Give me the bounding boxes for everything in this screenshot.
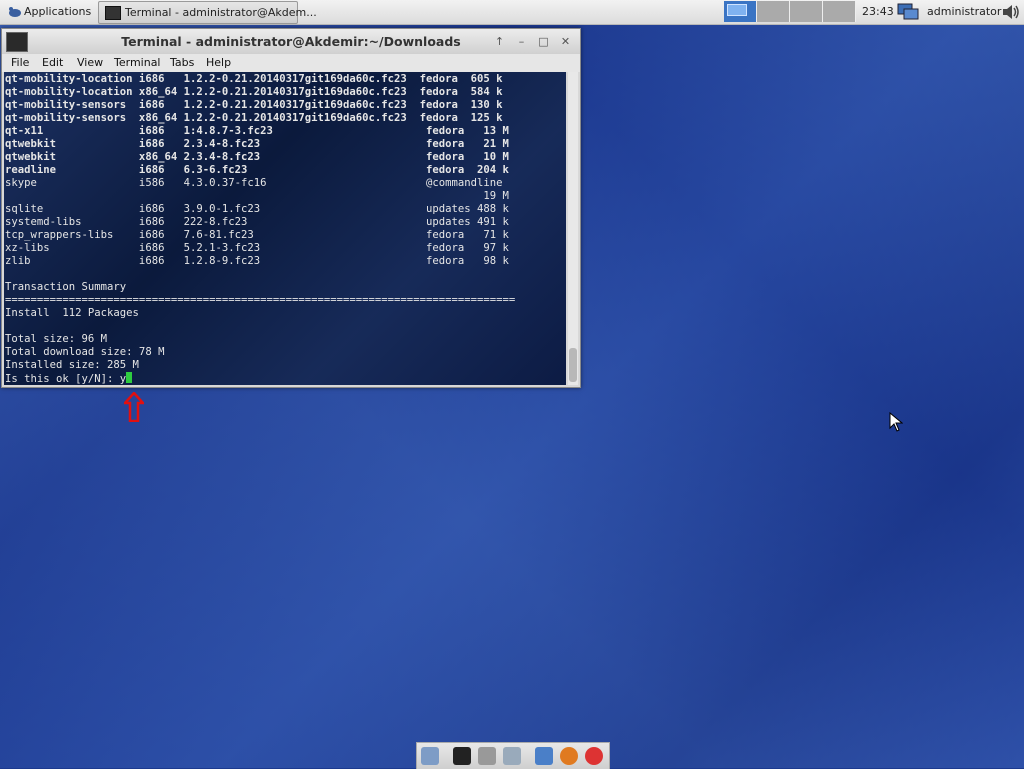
file-manager-icon[interactable] — [478, 747, 496, 765]
terminal-launcher-icon[interactable] — [453, 747, 471, 765]
mouse-pointer-icon — [889, 412, 903, 432]
menu-file[interactable]: File — [11, 56, 29, 69]
terminal-output[interactable]: qt-mobility-location i686 1.2.2-0.21.201… — [4, 72, 566, 385]
terminal-line: Total download size: 78 M — [5, 346, 165, 358]
terminal-line: skype i586 4.3.0.37-fc16 @commandline — [5, 177, 503, 189]
terminal-line: zlib i686 1.2.8-9.fc23 fedora 98 k — [5, 255, 509, 267]
firefox-icon[interactable] — [560, 747, 578, 765]
terminal-line: qtwebkit i686 2.3.4-8.fc23 fedora 21 M — [5, 138, 509, 150]
window-up-icon[interactable]: ↑ — [492, 34, 507, 49]
volume-icon[interactable] — [1002, 4, 1020, 20]
terminal-line: sqlite i686 3.9.0-1.fc23 updates 488 k — [5, 203, 509, 215]
network-computer-icon[interactable] — [897, 2, 919, 22]
show-desktop-icon[interactable] — [421, 747, 439, 765]
maximize-icon[interactable]: □ — [536, 34, 551, 49]
terminal-line: qt-x11 i686 1:4.8.7-3.fc23 fedora 13 M — [5, 125, 509, 137]
terminal-line: 19 M — [5, 190, 509, 202]
menu-view[interactable]: View — [77, 56, 103, 69]
terminal-icon — [105, 6, 121, 20]
terminal-line: Installed size: 285 M — [5, 359, 139, 371]
terminal-line: readline i686 6.3-6.fc23 fedora 204 k — [5, 164, 509, 176]
window-titlebar[interactable]: Terminal - administrator@Akdemir:~/Downl… — [2, 29, 580, 54]
menubar: File Edit View Terminal Tabs Help — [2, 54, 580, 72]
workspace-3[interactable] — [790, 1, 823, 22]
terminal-line: ========================================… — [5, 294, 516, 306]
workspace-2[interactable] — [757, 1, 790, 22]
terminal-cursor — [126, 372, 133, 383]
terminal-line: Is this ok [y/N]: y — [5, 372, 133, 385]
terminal-line: qt-mobility-location i686 1.2.2-0.21.201… — [5, 73, 503, 85]
menu-help[interactable]: Help — [206, 56, 231, 69]
red-up-arrow-icon — [124, 392, 144, 422]
terminal-line: Total size: 96 M — [5, 333, 108, 345]
user-menu[interactable]: administrator — [927, 0, 1001, 24]
search-icon[interactable] — [503, 747, 521, 765]
minimize-icon[interactable]: – — [514, 34, 529, 49]
terminal-line: Install 112 Packages — [5, 307, 139, 319]
terminal-line: xz-libs i686 5.2.1-3.fc23 fedora 97 k — [5, 242, 509, 254]
terminal-line: systemd-libs i686 222-8.fc23 updates 491… — [5, 216, 509, 228]
scrollbar[interactable] — [568, 72, 578, 385]
taskbar-terminal-label: Terminal - administrator@Akdem... — [125, 6, 317, 19]
clock[interactable]: 23:43 — [862, 0, 894, 24]
menu-terminal[interactable]: Terminal — [114, 56, 161, 69]
chrome-icon[interactable] — [585, 747, 603, 765]
workspace-1[interactable] — [724, 1, 757, 22]
terminal-line: tcp_wrappers-libs i686 7.6-81.fc23 fedor… — [5, 229, 509, 241]
taskbar-terminal-button[interactable]: Terminal - administrator@Akdem... — [98, 1, 317, 24]
menu-tabs[interactable]: Tabs — [170, 56, 194, 69]
terminal-line: Transaction Summary — [5, 281, 127, 293]
terminal-window: Terminal - administrator@Akdemir:~/Downl… — [1, 28, 581, 388]
bottom-dock — [416, 742, 610, 769]
terminal-line: qtwebkit x86_64 2.3.4-8.fc23 fedora 10 M — [5, 151, 509, 163]
menu-edit[interactable]: Edit — [42, 56, 63, 69]
applications-menu[interactable]: Applications — [4, 0, 95, 24]
folder-icon[interactable] — [535, 747, 553, 765]
scrollbar-thumb[interactable] — [569, 348, 577, 382]
top-panel: Applications Terminal - administrator@Ak… — [0, 0, 1024, 25]
applications-label: Applications — [24, 5, 92, 18]
workspace-4[interactable] — [823, 1, 856, 22]
xfce-mouse-icon — [9, 7, 21, 17]
terminal-line: qt-mobility-sensors x86_64 1.2.2-0.21.20… — [5, 112, 503, 124]
close-icon[interactable]: ✕ — [558, 34, 573, 49]
terminal-line: qt-mobility-location x86_64 1.2.2-0.21.2… — [5, 86, 503, 98]
terminal-line: qt-mobility-sensors i686 1.2.2-0.21.2014… — [5, 99, 503, 111]
